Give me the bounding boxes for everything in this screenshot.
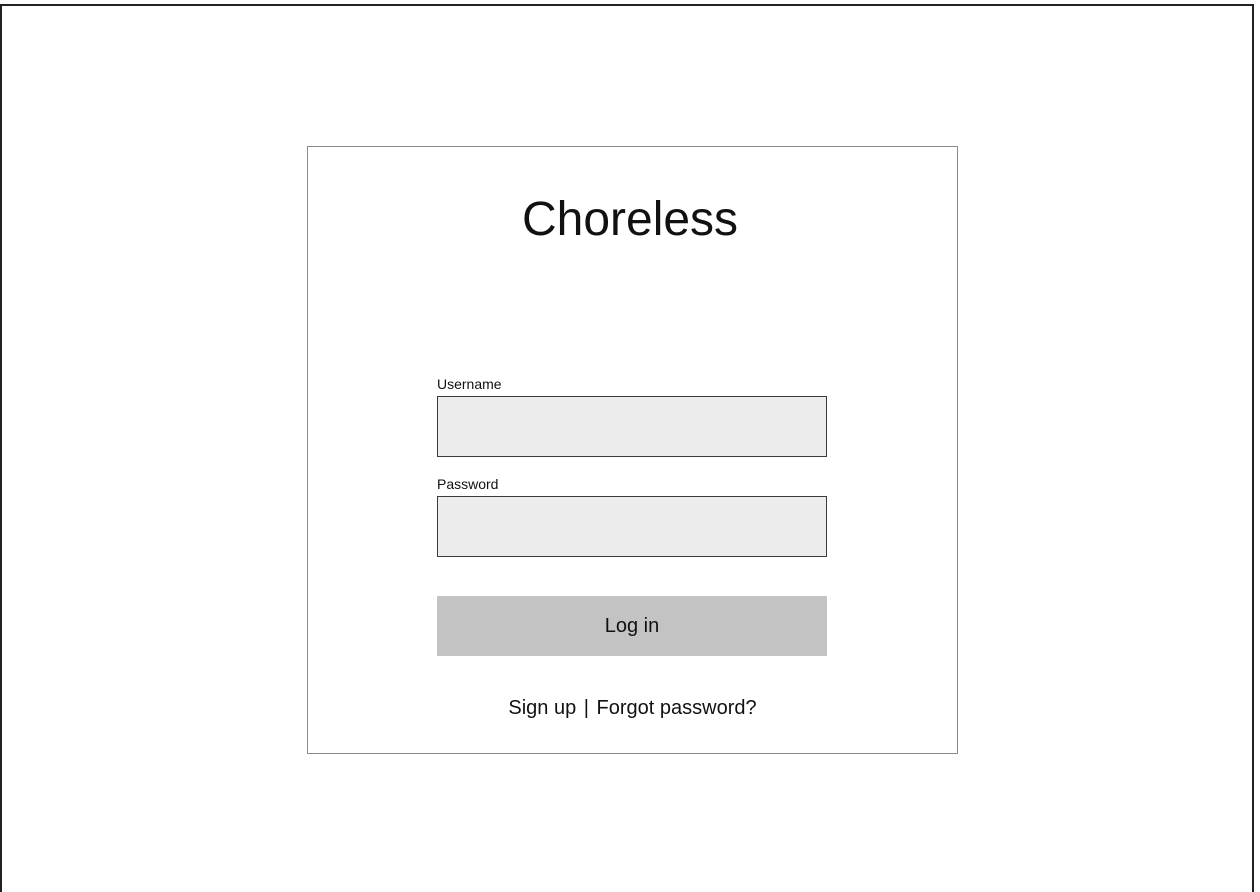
password-input[interactable]	[437, 496, 827, 557]
username-label: Username	[437, 376, 502, 392]
link-separator: |	[583, 697, 589, 719]
app-title: Choreless	[521, 193, 739, 246]
password-label: Password	[437, 476, 499, 492]
sign-up-link[interactable]: Sign up	[508, 697, 576, 719]
login-button[interactable]: Log in	[437, 596, 827, 656]
username-input[interactable]	[437, 396, 827, 457]
forgot-password-link[interactable]: Forgot password?	[597, 697, 757, 719]
auth-links: Sign up | Forgot password?	[307, 696, 958, 720]
